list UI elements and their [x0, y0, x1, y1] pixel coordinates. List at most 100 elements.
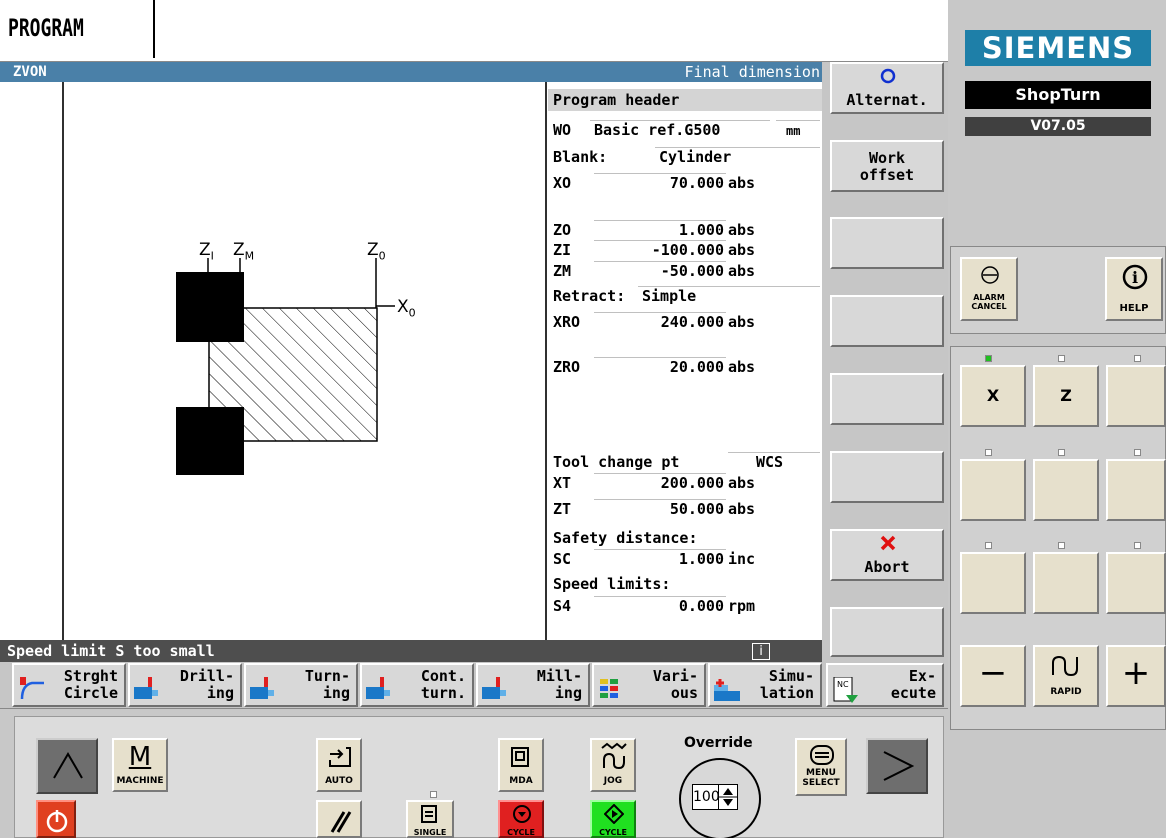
softkey-label-line1: Drill-	[179, 667, 234, 685]
product-name: ShopTurn	[965, 81, 1151, 109]
contour-turning-icon	[366, 677, 394, 699]
param-unit: abs	[728, 500, 756, 518]
axis-7-button[interactable]	[960, 552, 1026, 614]
blank-label: Blank:	[553, 148, 608, 166]
param-unit: abs	[728, 474, 756, 492]
stop-icon	[513, 805, 531, 823]
param-value: 20.000	[669, 358, 724, 376]
param-value: 1.000	[678, 221, 724, 239]
spinner-arrows-icon	[719, 788, 737, 806]
param-unit: abs	[728, 241, 756, 259]
param-label: SC	[553, 550, 572, 568]
abort-softkey[interactable]: Abort	[830, 529, 944, 581]
caret-right-icon	[883, 751, 914, 781]
override-spinner[interactable]	[718, 784, 738, 810]
softkey-label-line2: Circle	[63, 684, 118, 702]
param-label: ZI	[553, 241, 572, 259]
menu-select-button[interactable]: MENU SELECT	[795, 738, 847, 796]
axis-5-button[interactable]	[1033, 459, 1099, 521]
milling-icon	[482, 677, 510, 699]
alarm-cancel-button[interactable]: ALARM CANCEL	[960, 257, 1018, 321]
softkey-3[interactable]	[830, 217, 944, 269]
speed-label: Speed limits:	[553, 575, 671, 593]
work-offset-softkey[interactable]: Work offset	[830, 140, 944, 192]
execute-icon: NC	[832, 676, 860, 703]
section-title: Program header	[553, 91, 680, 109]
turning-icon	[250, 677, 278, 699]
param-label: XRO	[553, 313, 581, 331]
safety-label: Safety distance:	[553, 529, 698, 547]
reset-button[interactable]	[316, 800, 362, 838]
simulation-softkey[interactable]: Simu-lation	[708, 663, 822, 707]
siemens-logo: SIEMENS	[965, 30, 1151, 66]
alternate-softkey[interactable]: Alternat.	[830, 62, 944, 114]
jog-button[interactable]: JOG	[590, 738, 636, 792]
tool-change-value: WCS	[756, 453, 784, 471]
axis-x-button[interactable]: X	[960, 365, 1026, 427]
mda-button[interactable]: MDA	[498, 738, 544, 792]
softkey-4[interactable]	[830, 295, 944, 347]
param-value: 0.000	[678, 597, 724, 615]
param-unit: inc	[728, 550, 756, 568]
param-unit: abs	[728, 313, 756, 331]
softkey-label-line2: turn.	[420, 684, 466, 702]
axis-z-led	[1058, 355, 1065, 362]
turning-softkey[interactable]: Turn-ing	[244, 663, 358, 707]
param-unit: rpm	[728, 597, 756, 615]
axis-3-button[interactable]	[1106, 365, 1166, 427]
axis-7-led	[985, 542, 992, 549]
various-softkey[interactable]: Vari-ous	[592, 663, 706, 707]
param-value: -50.000	[660, 262, 724, 280]
param-value: 70.000	[669, 174, 724, 192]
softkey-label-line1: Simu-	[768, 667, 814, 685]
help-button[interactable]: i HELP	[1105, 257, 1163, 321]
info-icon[interactable]: i	[752, 643, 770, 660]
softkey-label-line2: ous	[670, 684, 698, 702]
rapid-icon	[1052, 655, 1078, 677]
softkey-label-line2: lation	[759, 684, 814, 702]
softkey-6[interactable]	[830, 451, 944, 503]
rapid-button[interactable]: RAPID	[1033, 645, 1099, 707]
axis-z-button[interactable]: Z	[1033, 365, 1099, 427]
milling-softkey[interactable]: Mill-ing	[476, 663, 590, 707]
drilling-softkey[interactable]: Drill-ing	[128, 663, 242, 707]
axis-9-button[interactable]	[1106, 552, 1166, 614]
power-button[interactable]	[36, 800, 76, 838]
axis-6-button[interactable]	[1106, 459, 1166, 521]
machine-button[interactable]: M MACHINE	[112, 738, 168, 792]
plus-button[interactable]: +	[1106, 645, 1166, 707]
axis-9-led	[1134, 542, 1141, 549]
param-label: ZT	[553, 500, 572, 518]
unit-value: mm	[786, 124, 801, 138]
param-label: XO	[553, 174, 572, 192]
scroll-left-button[interactable]	[36, 738, 98, 794]
machine-m-icon: M	[128, 742, 152, 772]
simulation-icon	[714, 677, 742, 701]
graphic-border	[62, 82, 64, 640]
axis-8-button[interactable]	[1033, 552, 1099, 614]
contour-turning-softkey[interactable]: Cont. turn.	[360, 663, 474, 707]
retract-label: Retract:	[553, 287, 626, 305]
straight-circle-softkey[interactable]: Strght Circle	[12, 663, 126, 707]
scroll-right-button[interactable]	[866, 738, 928, 794]
execute-softkey[interactable]: NC Ex-ecute	[826, 663, 944, 707]
single-block-button[interactable]: SINGLE	[406, 800, 454, 838]
axis-4-button[interactable]	[960, 459, 1026, 521]
start-icon	[604, 804, 624, 824]
axis-6-led	[1134, 449, 1141, 456]
axis-3-led	[1134, 355, 1141, 362]
minus-button[interactable]: −	[960, 645, 1026, 707]
header-divider	[153, 0, 155, 58]
softkey-5[interactable]	[830, 373, 944, 425]
status-bar: Speed limit S too small	[0, 640, 822, 662]
param-unit: abs	[728, 262, 756, 280]
override-value[interactable]: 100	[692, 784, 720, 810]
workpiece	[208, 307, 378, 442]
softkey-label-line1: Turn-	[304, 667, 350, 685]
cycle-stop-button[interactable]: CYCLE	[498, 800, 544, 838]
axis-5-led	[1058, 449, 1065, 456]
retract-value: Simple	[642, 287, 697, 305]
auto-button[interactable]: AUTO	[316, 738, 362, 792]
cycle-start-button[interactable]: CYCLE	[590, 800, 636, 838]
softkey-8[interactable]	[830, 607, 944, 657]
